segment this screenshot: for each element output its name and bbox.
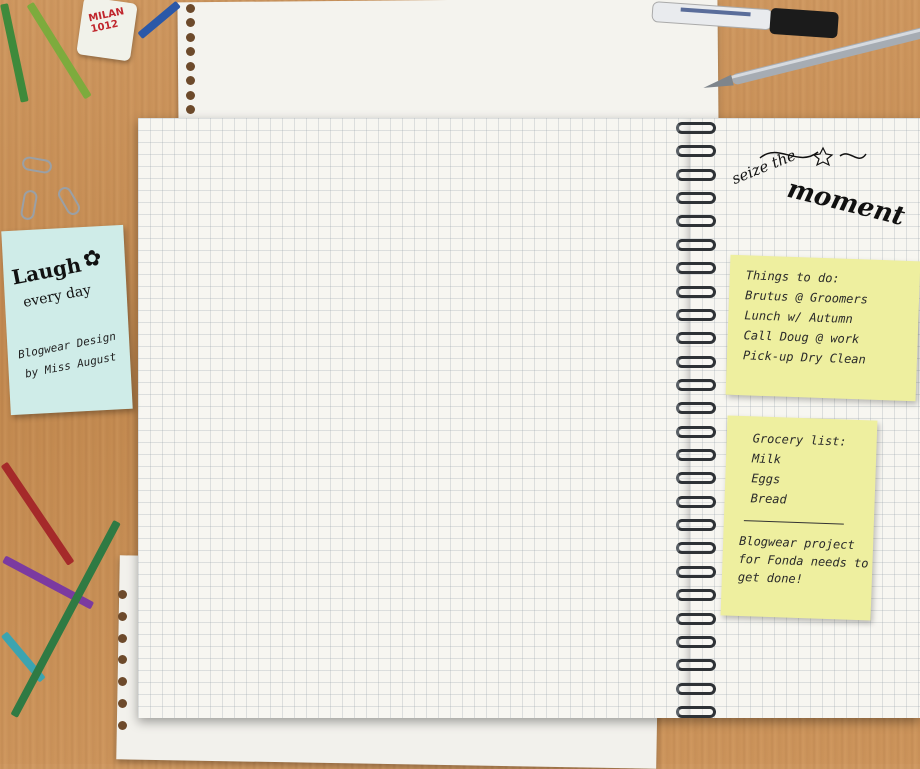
paper-clip-icon: [55, 184, 83, 218]
notebook-left-page: [138, 118, 690, 718]
seize-main-text: moment: [784, 173, 908, 233]
grocery-sticky-note: Grocery list: Milk Eggs Bread Blogwear p…: [720, 415, 878, 621]
todo-sticky-note: Things to do: Brutus @ Groomers Lunch w/…: [725, 254, 920, 402]
flower-doodle-icon: ✿: [82, 246, 102, 273]
note-divider: [743, 520, 844, 525]
laugh-subtitle: every day: [21, 282, 93, 311]
notebook-spiral-binding: [676, 122, 726, 718]
paper-clip-icon: [21, 155, 53, 175]
laugh-sticky-note: Laugh ✿ every day Blogwear Design by Mis…: [1, 224, 133, 416]
eraser: MILAN 1012: [76, 0, 138, 62]
back-paper-holes: [186, 4, 200, 114]
back-paper-sheet: [177, 0, 719, 133]
pencil-blue-icon: [137, 0, 181, 40]
seize-the-moment-stamp: seize the moment: [728, 140, 908, 250]
pencil-green-icon: [0, 3, 29, 103]
laugh-title: Laugh: [9, 252, 84, 290]
paper-clip-icon: [19, 189, 39, 221]
eraser-label: MILAN 1012: [87, 6, 126, 36]
todo-item: Pick-up Dry Clean: [742, 348, 866, 367]
bottom-paper-holes: [118, 590, 132, 730]
pencil-red-icon: [0, 461, 75, 566]
grocery-item: Bread: [750, 491, 788, 507]
